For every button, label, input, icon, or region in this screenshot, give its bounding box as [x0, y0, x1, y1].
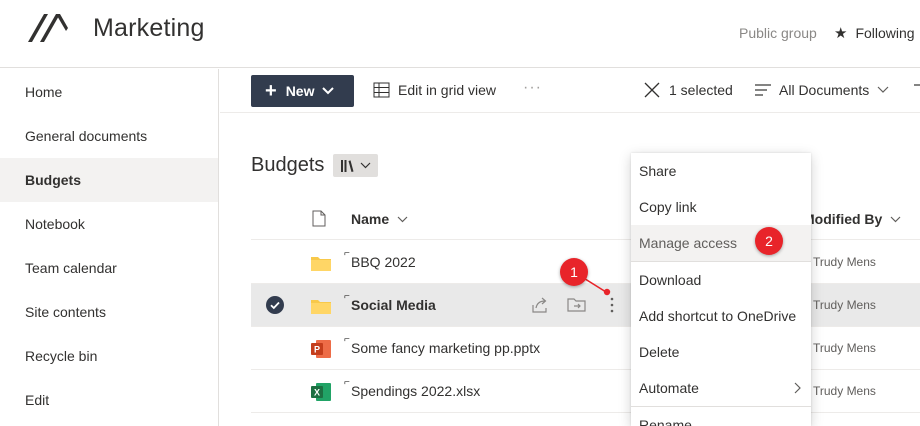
library-view-switcher[interactable]	[333, 154, 378, 177]
menu-item-automate-label: Automate	[639, 380, 699, 396]
chevron-down-icon	[397, 216, 408, 222]
menu-item-download[interactable]: Download	[631, 262, 811, 298]
item-modified-by: Trudy Mens	[813, 384, 876, 398]
item-name[interactable]: Some fancy marketing pp.pptx	[351, 340, 540, 356]
chevron-down-icon	[877, 86, 889, 93]
selected-check-icon[interactable]	[266, 296, 284, 314]
item-modified-by: Trudy Mens	[813, 255, 876, 269]
new-item-icon: ⌐	[344, 291, 350, 302]
file-type-icon[interactable]	[312, 210, 326, 227]
clear-selection-button[interactable]: 1 selected	[644, 82, 733, 98]
column-modified-by-label: Modified By	[803, 211, 883, 227]
folder-icon	[311, 300, 331, 314]
following-label: Following	[855, 25, 915, 41]
close-icon	[644, 82, 660, 98]
menu-item-add-shortcut[interactable]: Add shortcut to OneDrive	[631, 298, 811, 334]
following-button[interactable]: ★ Following	[834, 24, 915, 42]
nav-item-site-contents[interactable]: Site contents	[0, 290, 218, 334]
context-menu: Share Copy link Manage access Download A…	[631, 153, 811, 426]
folder-icon	[311, 257, 331, 271]
column-header-name[interactable]: Name	[351, 211, 408, 227]
chevron-down-icon	[890, 216, 901, 222]
group-privacy-label: Public group	[739, 25, 817, 41]
column-name-label: Name	[351, 211, 390, 227]
chevron-right-icon	[794, 382, 801, 394]
chevron-down-icon	[322, 87, 335, 95]
edit-grid-view-button[interactable]: Edit in grid view	[373, 82, 496, 98]
more-options-icon[interactable]: ···	[523, 79, 542, 97]
new-item-icon: ⌐	[344, 248, 350, 259]
menu-item-manage-access[interactable]: Manage access	[631, 225, 811, 261]
item-name[interactable]: Spendings 2022.xlsx	[351, 383, 480, 399]
nav-item-edit[interactable]: Edit	[0, 378, 218, 422]
menu-item-automate[interactable]: Automate	[631, 370, 811, 406]
powerpoint-icon: P	[311, 340, 331, 358]
annotation-badge-step-2: 2	[755, 227, 783, 255]
grid-icon	[373, 82, 390, 98]
menu-item-copy-link[interactable]: Copy link	[631, 189, 811, 225]
site-header: Marketing Public group ★ Following	[0, 0, 920, 68]
item-modified-by: Trudy Mens	[813, 298, 876, 312]
view-list-icon	[755, 84, 771, 96]
plus-icon: +	[265, 80, 277, 102]
left-navigation: Home General documents Budgets Notebook …	[0, 69, 219, 426]
new-button-label: New	[285, 83, 315, 99]
list-header: Name Modified By	[251, 198, 920, 240]
new-button[interactable]: + New	[251, 75, 354, 107]
command-bar: + New Edit in grid view ··· 1 selected A…	[220, 69, 920, 113]
edit-grid-view-label: Edit in grid view	[398, 82, 497, 98]
view-switcher[interactable]: All Documents	[755, 82, 889, 98]
library-icon	[341, 159, 354, 172]
nav-item-home[interactable]: Home	[0, 70, 218, 114]
library-title: Budgets	[251, 154, 325, 176]
menu-item-delete[interactable]: Delete	[631, 334, 811, 370]
svg-text:X: X	[314, 388, 320, 398]
menu-item-rename[interactable]: Rename	[631, 407, 811, 426]
star-icon: ★	[834, 25, 848, 42]
nav-item-notebook[interactable]: Notebook	[0, 202, 218, 246]
selected-count: 1 selected	[669, 82, 733, 98]
nav-item-team-calendar[interactable]: Team calendar	[0, 246, 218, 290]
nav-item-budgets[interactable]: Budgets	[0, 158, 218, 202]
menu-item-share[interactable]: Share	[631, 153, 811, 189]
svg-text:P: P	[314, 345, 320, 355]
column-header-modified-by[interactable]: Modified By	[803, 211, 901, 227]
nav-item-recycle-bin[interactable]: Recycle bin	[0, 334, 218, 378]
marketing-logo[interactable]	[26, 12, 70, 44]
new-item-icon: ⌐	[344, 334, 350, 345]
item-modified-by: Trudy Mens	[813, 341, 876, 355]
list-item[interactable]: X ⌐ Spendings 2022.xlsx Trudy Mens	[251, 370, 920, 413]
chevron-down-icon	[360, 162, 371, 169]
excel-icon: X	[311, 383, 331, 401]
nav-item-general-documents[interactable]: General documents	[0, 114, 218, 158]
filter-icon[interactable]	[914, 84, 920, 98]
view-label: All Documents	[779, 82, 870, 98]
item-name[interactable]: Social Media	[351, 297, 436, 313]
new-item-icon: ⌐	[344, 377, 350, 388]
list-item[interactable]: P ⌐ Some fancy marketing pp.pptx Trudy M…	[251, 327, 920, 370]
annotation-badge-step-1: 1	[560, 258, 588, 286]
item-name[interactable]: BBQ 2022	[351, 254, 416, 270]
share-icon[interactable]	[531, 296, 549, 314]
site-title[interactable]: Marketing	[93, 14, 205, 43]
